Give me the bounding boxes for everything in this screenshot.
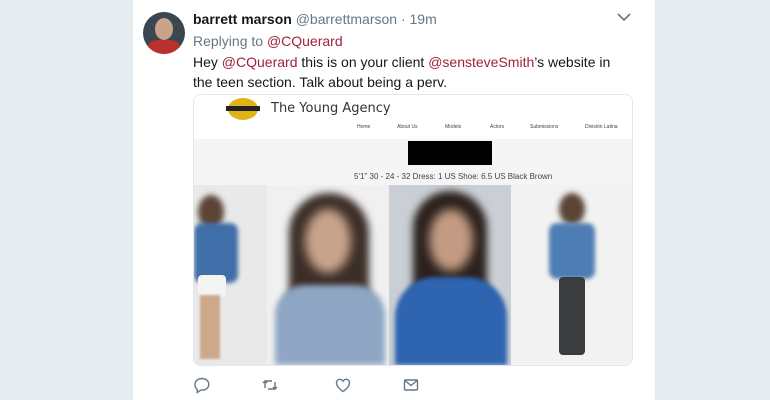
nav-item: Actors bbox=[490, 124, 505, 130]
text-part: this is on your client bbox=[297, 54, 429, 70]
display-name[interactable]: barrett marson bbox=[193, 11, 292, 27]
nav-item: División Latina bbox=[585, 124, 618, 130]
timestamp[interactable]: 19m bbox=[410, 11, 437, 27]
text-part: Hey bbox=[193, 54, 222, 70]
photo-strip bbox=[194, 185, 632, 365]
nav-item: Home bbox=[357, 124, 371, 130]
attached-image[interactable]: The Young Agency Home About Us Models Ac… bbox=[193, 94, 633, 366]
like-icon[interactable] bbox=[334, 376, 352, 394]
photo-4 bbox=[511, 185, 632, 365]
agency-logo bbox=[226, 98, 260, 120]
reply-icon[interactable] bbox=[193, 376, 211, 394]
model-stats: 5'1" 30 - 24 - 32 Dress: 1 US Shoe: 6.5 … bbox=[354, 172, 553, 181]
nav-item: About Us bbox=[397, 124, 418, 130]
replying-to: Replying to @CQuerard bbox=[193, 33, 343, 49]
replying-prefix: Replying to bbox=[193, 33, 264, 49]
avatar[interactable] bbox=[143, 12, 185, 54]
redaction-box bbox=[408, 141, 492, 165]
tweet-actions bbox=[193, 376, 433, 394]
message-icon[interactable] bbox=[402, 376, 420, 394]
photo-1 bbox=[194, 185, 267, 365]
nav-item: Submissions bbox=[530, 124, 559, 130]
handle[interactable]: @barrettmarson bbox=[296, 11, 397, 27]
replying-mention[interactable]: @CQuerard bbox=[267, 33, 343, 49]
tweet-card: barrett marson @barrettmarson · 19m Repl… bbox=[133, 0, 655, 400]
site-title: The Young Agency bbox=[271, 101, 391, 116]
chevron-down-icon[interactable] bbox=[617, 12, 631, 22]
tweet-header: barrett marson @barrettmarson · 19m bbox=[193, 11, 437, 27]
retweet-icon[interactable] bbox=[261, 376, 279, 394]
photo-2 bbox=[267, 185, 389, 365]
separator: · bbox=[400, 11, 406, 27]
mention-link[interactable]: @sensteveSmith bbox=[428, 54, 534, 70]
nav-item: Models bbox=[445, 124, 462, 130]
mention-link[interactable]: @CQuerard bbox=[222, 54, 298, 70]
photo-3 bbox=[389, 185, 511, 365]
tweet-text: Hey @CQuerard this is on your client @se… bbox=[193, 52, 633, 92]
